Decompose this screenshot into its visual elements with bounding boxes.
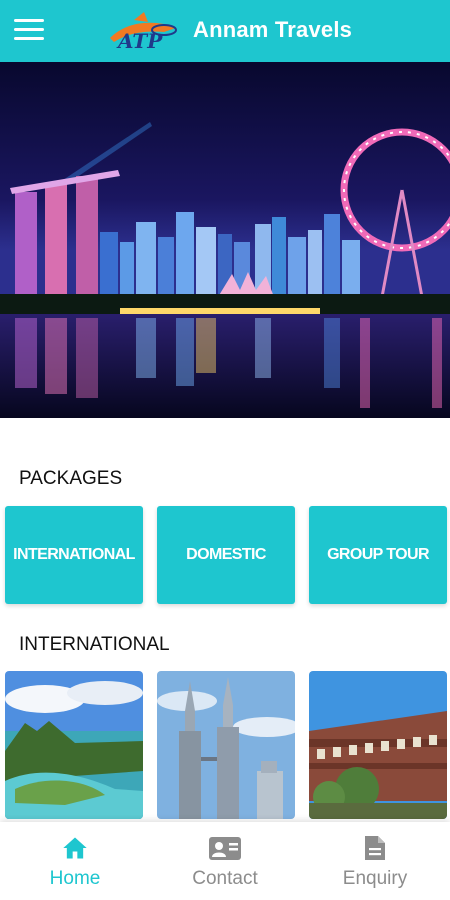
- nav-contact-label: Contact: [192, 868, 258, 889]
- annam-travels-logo: ATP: [110, 12, 177, 53]
- mauritius-island-photo: [5, 671, 143, 819]
- nav-home-label: Home: [49, 868, 101, 889]
- destination-card-heritage[interactable]: [309, 671, 447, 819]
- package-label: GROUP TOUR: [327, 546, 429, 563]
- app-title: Annam Travels: [193, 17, 353, 42]
- package-label: DOMESTIC: [186, 546, 266, 563]
- hero-banner-image: [0, 62, 450, 418]
- international-package-button[interactable]: INTERNATIONAL: [5, 506, 143, 604]
- domestic-package-button[interactable]: DOMESTIC: [157, 506, 295, 604]
- svg-text:ATP: ATP: [116, 29, 163, 53]
- nav-home[interactable]: Home: [0, 822, 150, 900]
- bottom-navigation: Home Contact Enquiry: [0, 822, 450, 900]
- package-label: INTERNATIONAL: [13, 546, 135, 563]
- contact-card-icon: [209, 837, 241, 860]
- heritage-building-photo: [309, 671, 447, 819]
- hamburger-menu-icon[interactable]: [14, 19, 44, 43]
- international-heading: INTERNATIONAL: [19, 634, 170, 655]
- nav-contact[interactable]: Contact: [150, 822, 300, 900]
- app-bar: ATP Annam Travels: [0, 0, 450, 62]
- nav-enquiry[interactable]: Enquiry: [300, 822, 450, 900]
- home-icon: [63, 837, 87, 859]
- petronas-towers-photo: [157, 671, 295, 819]
- document-icon: [365, 836, 385, 860]
- destination-card-mauritius[interactable]: [5, 671, 143, 819]
- destination-card-kuala-lumpur[interactable]: [157, 671, 295, 819]
- nav-enquiry-label: Enquiry: [342, 868, 408, 889]
- packages-heading: PACKAGES: [19, 468, 123, 489]
- group-tour-package-button[interactable]: GROUP TOUR: [309, 506, 447, 604]
